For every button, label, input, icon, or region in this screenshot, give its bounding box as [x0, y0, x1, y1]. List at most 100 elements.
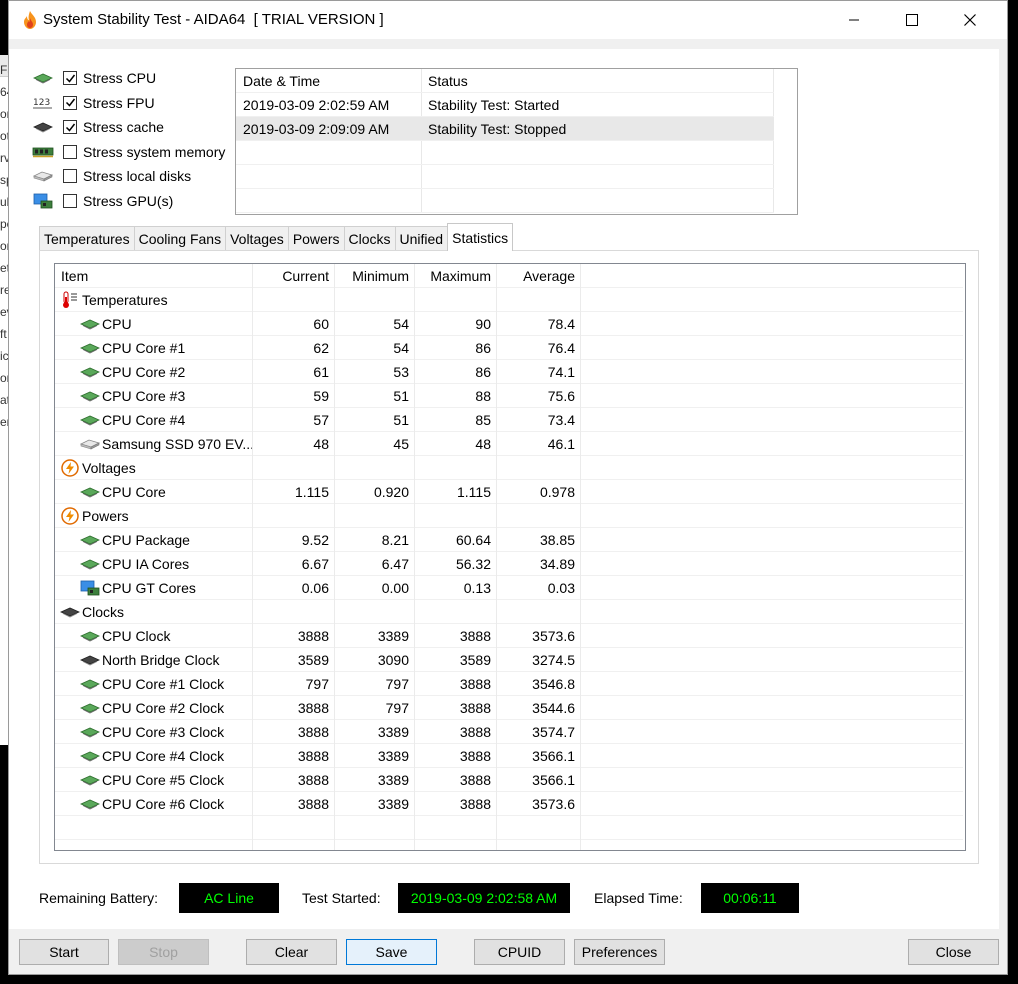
statistics-data-row[interactable]: North Bridge Clock 3589 3090 3589 3274.5	[55, 648, 963, 672]
stress-checkbox[interactable]	[63, 71, 77, 85]
statistics-minimum: 3389	[335, 792, 415, 816]
log-datetime: 2019-03-09 2:09:09 AM	[236, 117, 422, 140]
statistics-maximum: 85	[415, 408, 497, 432]
statistics-maximum: 60.64	[415, 528, 497, 552]
stress-option-stress-cache[interactable]: Stress cache	[31, 116, 164, 138]
statistics-data-row[interactable]: CPU Core #4 57 51 85 73.4	[55, 408, 963, 432]
tab-cooling-fans[interactable]: Cooling Fans	[133, 226, 227, 251]
stress-option-stress-local-disks[interactable]: Stress local disks	[31, 165, 191, 187]
header-average[interactable]: Average	[497, 264, 581, 288]
statistics-minimum: 0.920	[335, 480, 415, 504]
log-empty-row	[236, 189, 774, 213]
close-button[interactable]: Close	[908, 939, 999, 965]
statistics-data-row[interactable]: CPU Clock 3888 3389 3888 3573.6	[55, 624, 963, 648]
statistics-current: 57	[253, 408, 335, 432]
stress-checkbox[interactable]	[63, 194, 77, 208]
stop-button[interactable]: Stop	[118, 939, 209, 965]
stress-checkbox[interactable]	[63, 169, 77, 184]
event-log-table[interactable]: Date & Time Status 2019-03-09 2:02:59 AM…	[235, 68, 798, 215]
statistics-minimum: 8.21	[335, 528, 415, 552]
stress-option-label: Stress FPU	[83, 94, 155, 111]
stress-option-label: Stress GPU(s)	[83, 193, 174, 209]
tab-voltages[interactable]: Voltages	[225, 226, 289, 251]
fpu-123-icon: 123	[31, 94, 55, 112]
statistics-data-row[interactable]: CPU Core #1 Clock 797 797 3888 3546.8	[55, 672, 963, 696]
log-header-datetime[interactable]: Date & Time	[236, 69, 422, 92]
test-started-value: 2019-03-09 2:02:58 AM	[398, 883, 570, 913]
maximize-button[interactable]	[883, 1, 941, 39]
statistics-data-row[interactable]: CPU Core #2 61 53 86 74.1	[55, 360, 963, 384]
header-minimum[interactable]: Minimum	[335, 264, 415, 288]
statistics-data-row[interactable]: Samsung SSD 970 EV... 48 45 48 46.1	[55, 432, 963, 456]
statistics-data-row[interactable]: CPU Package 9.52 8.21 60.64 38.85	[55, 528, 963, 552]
stress-checkbox[interactable]	[63, 120, 77, 135]
cpu-chip-icon	[31, 69, 55, 87]
statistics-average: 38.85	[497, 528, 581, 552]
statistics-data-row[interactable]: CPU Core #4 Clock 3888 3389 3888 3566.1	[55, 744, 963, 768]
statistics-item-name: CPU Core #5 Clock	[102, 772, 225, 788]
statistics-group-row[interactable]: Powers	[55, 504, 963, 528]
statistics-maximum: 88	[415, 384, 497, 408]
title-bar[interactable]: System Stability Test - AIDA64 [ TRIAL V…	[9, 1, 1007, 39]
statistics-data-row[interactable]: CPU Core #5 Clock 3888 3389 3888 3566.1	[55, 768, 963, 792]
statistics-maximum: 86	[415, 360, 497, 384]
header-maximum[interactable]: Maximum	[415, 264, 497, 288]
log-header-status[interactable]: Status	[422, 69, 774, 92]
statistics-data-row[interactable]: CPU 60 54 90 78.4	[55, 312, 963, 336]
statistics-current: 6.67	[253, 552, 335, 576]
start-button[interactable]: Start	[19, 939, 109, 965]
statistics-table[interactable]: Item Current Minimum Maximum Average Tem…	[54, 263, 966, 851]
stress-option-stress-cpu[interactable]: Stress CPU	[31, 67, 156, 89]
thermometer-icon	[60, 291, 80, 308]
statistics-group-row[interactable]: Clocks	[55, 600, 963, 624]
minimize-button[interactable]	[825, 1, 883, 39]
statistics-item-name: CPU Core #2 Clock	[102, 700, 225, 716]
tab-statistics[interactable]: Statistics	[447, 223, 514, 251]
statistics-data-row[interactable]: CPU IA Cores 6.67 6.47 56.32 34.89	[55, 552, 963, 576]
statistics-average: 78.4	[497, 312, 581, 336]
cpu-chip-icon	[80, 772, 100, 788]
tab-unified[interactable]: Unified	[394, 226, 449, 251]
tab-clocks[interactable]: Clocks	[343, 226, 396, 251]
window-close-button[interactable]	[941, 1, 999, 39]
statistics-data-row[interactable]: CPU Core #2 Clock 3888 797 3888 3544.6	[55, 696, 963, 720]
statistics-data-row[interactable]: CPU Core #6 Clock 3888 3389 3888 3573.6	[55, 792, 963, 816]
statistics-group-row[interactable]: Temperatures	[55, 288, 963, 312]
statistics-data-row[interactable]: CPU Core #3 Clock 3888 3389 3888 3574.7	[55, 720, 963, 744]
preferences-button[interactable]: Preferences	[574, 939, 665, 965]
stress-checkbox[interactable]	[63, 95, 77, 110]
statistics-group-row[interactable]: Voltages	[55, 456, 963, 480]
header-current[interactable]: Current	[253, 264, 335, 288]
header-item[interactable]: Item	[55, 264, 253, 288]
stress-option-stress-gpu-s[interactable]: Stress GPU(s)	[31, 190, 173, 212]
tab-powers[interactable]: Powers	[287, 226, 345, 251]
log-empty-row	[236, 165, 774, 189]
statistics-minimum: 54	[335, 336, 415, 360]
cpuid-button[interactable]: CPUID	[474, 939, 565, 965]
stress-checkbox[interactable]	[63, 144, 77, 159]
log-row[interactable]: 2019-03-09 2:02:59 AM Stability Test: Sta…	[236, 93, 774, 117]
statistics-current: 797	[253, 672, 335, 696]
save-button[interactable]: Save	[346, 939, 437, 965]
stress-option-stress-system-memory[interactable]: Stress system memory	[31, 141, 225, 163]
statistics-data-row[interactable]: CPU Core #1 62 54 86 76.4	[55, 336, 963, 360]
clear-button[interactable]: Clear	[246, 939, 337, 965]
client-area: Stress CPU 123 Stress FPU Stress cache Stres…	[9, 49, 999, 929]
statistics-minimum: 3090	[335, 648, 415, 672]
checkmark-icon	[65, 98, 75, 107]
statistics-data-row[interactable]: CPU GT Cores 0.06 0.00 0.13 0.03	[55, 576, 963, 600]
statistics-data-row[interactable]: CPU Core #3 59 51 88 75.6	[55, 384, 963, 408]
statistics-minimum: 6.47	[335, 552, 415, 576]
statistics-maximum: 1.115	[415, 480, 497, 504]
disk-drive-icon	[80, 436, 100, 452]
svg-text:123: 123	[33, 98, 50, 108]
statistics-item-name: CPU Core	[102, 484, 166, 500]
log-row[interactable]: 2019-03-09 2:09:09 AM Stability Test: Sto…	[236, 117, 774, 141]
statistics-panel: Item Current Minimum Maximum Average Tem…	[39, 250, 979, 864]
statistics-average: 75.6	[497, 384, 581, 408]
statistics-item-name: CPU Core #1	[102, 340, 186, 356]
stress-option-stress-fpu[interactable]: 123 Stress FPU	[31, 92, 155, 114]
statistics-average: 0.03	[497, 576, 581, 600]
tab-temperatures[interactable]: Temperatures	[39, 226, 135, 251]
statistics-data-row[interactable]: CPU Core 1.115 0.920 1.115 0.978	[55, 480, 963, 504]
